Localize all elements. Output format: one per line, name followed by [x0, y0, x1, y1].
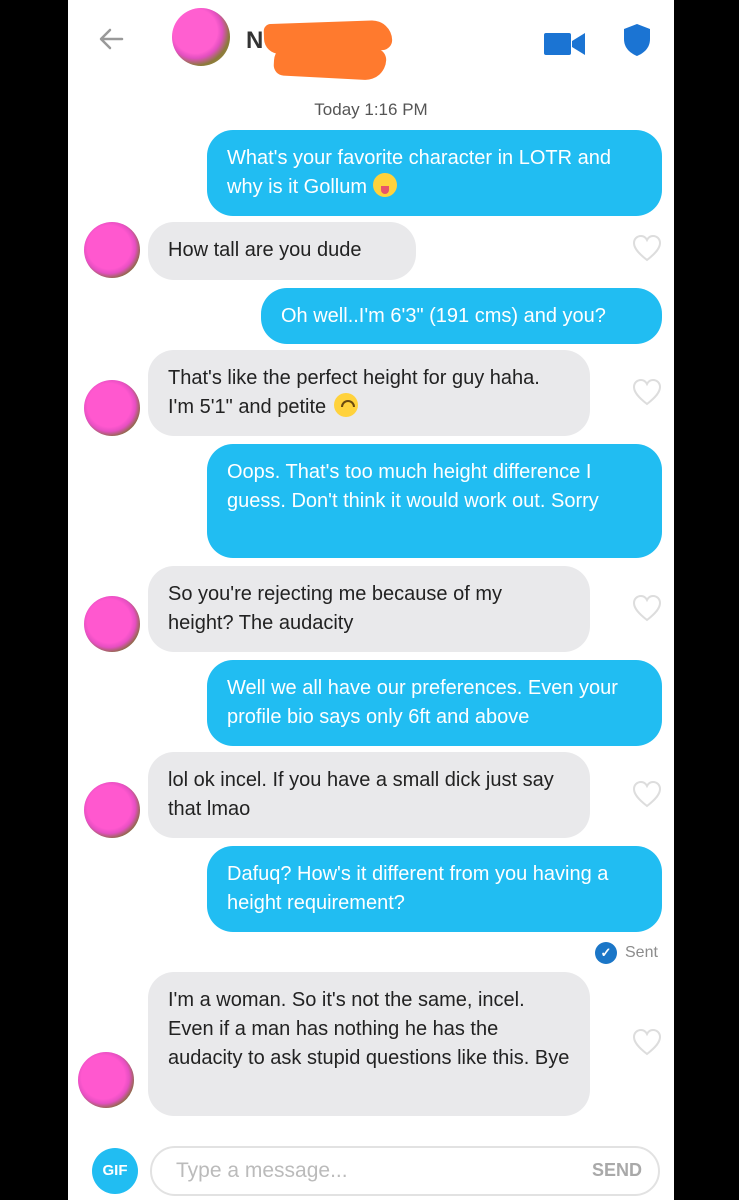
sent-label: Sent — [625, 944, 658, 961]
back-arrow-icon[interactable] — [96, 24, 126, 54]
contact-avatar[interactable] — [84, 222, 140, 278]
contact-name[interactable]: N — [246, 27, 263, 55]
contact-avatar[interactable] — [84, 596, 140, 652]
message-outgoing[interactable]: Oh well..I'm 6'3" (191 cms) and you? — [261, 288, 662, 344]
contact-avatar[interactable] — [78, 1052, 134, 1108]
chat-screen: N Today 1:16 PM What's your favorite cha… — [68, 0, 674, 1200]
message-input[interactable] — [174, 1158, 558, 1184]
message-text: Well we all have our preferences. Even y… — [227, 677, 618, 728]
video-camera-icon[interactable] — [544, 30, 586, 58]
contact-avatar[interactable] — [84, 782, 140, 838]
message-text: Dafuq? How's it different from you havin… — [227, 863, 609, 914]
like-heart-icon[interactable] — [632, 378, 662, 406]
message-composer: SEND — [150, 1146, 660, 1196]
message-outgoing[interactable]: Dafuq? How's it different from you havin… — [207, 846, 662, 932]
shield-icon[interactable] — [622, 22, 652, 58]
conversation-timestamp: Today 1:16 PM — [314, 100, 428, 119]
message-outgoing[interactable]: Oops. That's too much height difference … — [207, 444, 662, 558]
message-incoming[interactable]: How tall are you dude — [148, 222, 416, 280]
message-incoming[interactable]: lol ok incel. If you have a small dick j… — [148, 752, 590, 838]
like-heart-icon[interactable] — [632, 594, 662, 622]
gif-button[interactable]: GIF — [92, 1148, 138, 1194]
contact-avatar[interactable] — [84, 380, 140, 436]
like-heart-icon[interactable] — [632, 234, 662, 262]
message-text: lol ok incel. If you have a small dick j… — [168, 769, 554, 820]
send-button[interactable]: SEND — [592, 1160, 642, 1181]
message-text: Oh well..I'm 6'3" (191 cms) and you? — [281, 305, 606, 327]
tongue-out-emoji-icon — [373, 173, 398, 197]
message-text: So you're rejecting me because of my hei… — [168, 583, 502, 634]
upside-down-smile-emoji-icon — [334, 393, 359, 417]
message-text: I'm a woman. So it's not the same, incel… — [168, 989, 570, 1069]
message-outgoing[interactable]: Well we all have our preferences. Even y… — [207, 660, 662, 746]
message-text: What's your favorite character in LOTR a… — [227, 147, 611, 198]
message-text: How tall are you dude — [168, 239, 362, 261]
message-incoming[interactable]: So you're rejecting me because of my hei… — [148, 566, 590, 652]
redaction-scribble — [273, 43, 387, 81]
message-incoming[interactable]: I'm a woman. So it's not the same, incel… — [148, 972, 590, 1116]
like-heart-icon[interactable] — [632, 1028, 662, 1056]
message-outgoing[interactable]: What's your favorite character in LOTR a… — [207, 130, 662, 216]
like-heart-icon[interactable] — [632, 780, 662, 808]
sent-check-icon: ✓ — [595, 942, 617, 964]
sent-status: ✓ Sent — [595, 942, 658, 964]
header-avatar[interactable] — [172, 8, 230, 66]
message-incoming[interactable]: That's like the perfect height for guy h… — [148, 350, 590, 436]
message-text: Oops. That's too much height difference … — [227, 461, 599, 512]
